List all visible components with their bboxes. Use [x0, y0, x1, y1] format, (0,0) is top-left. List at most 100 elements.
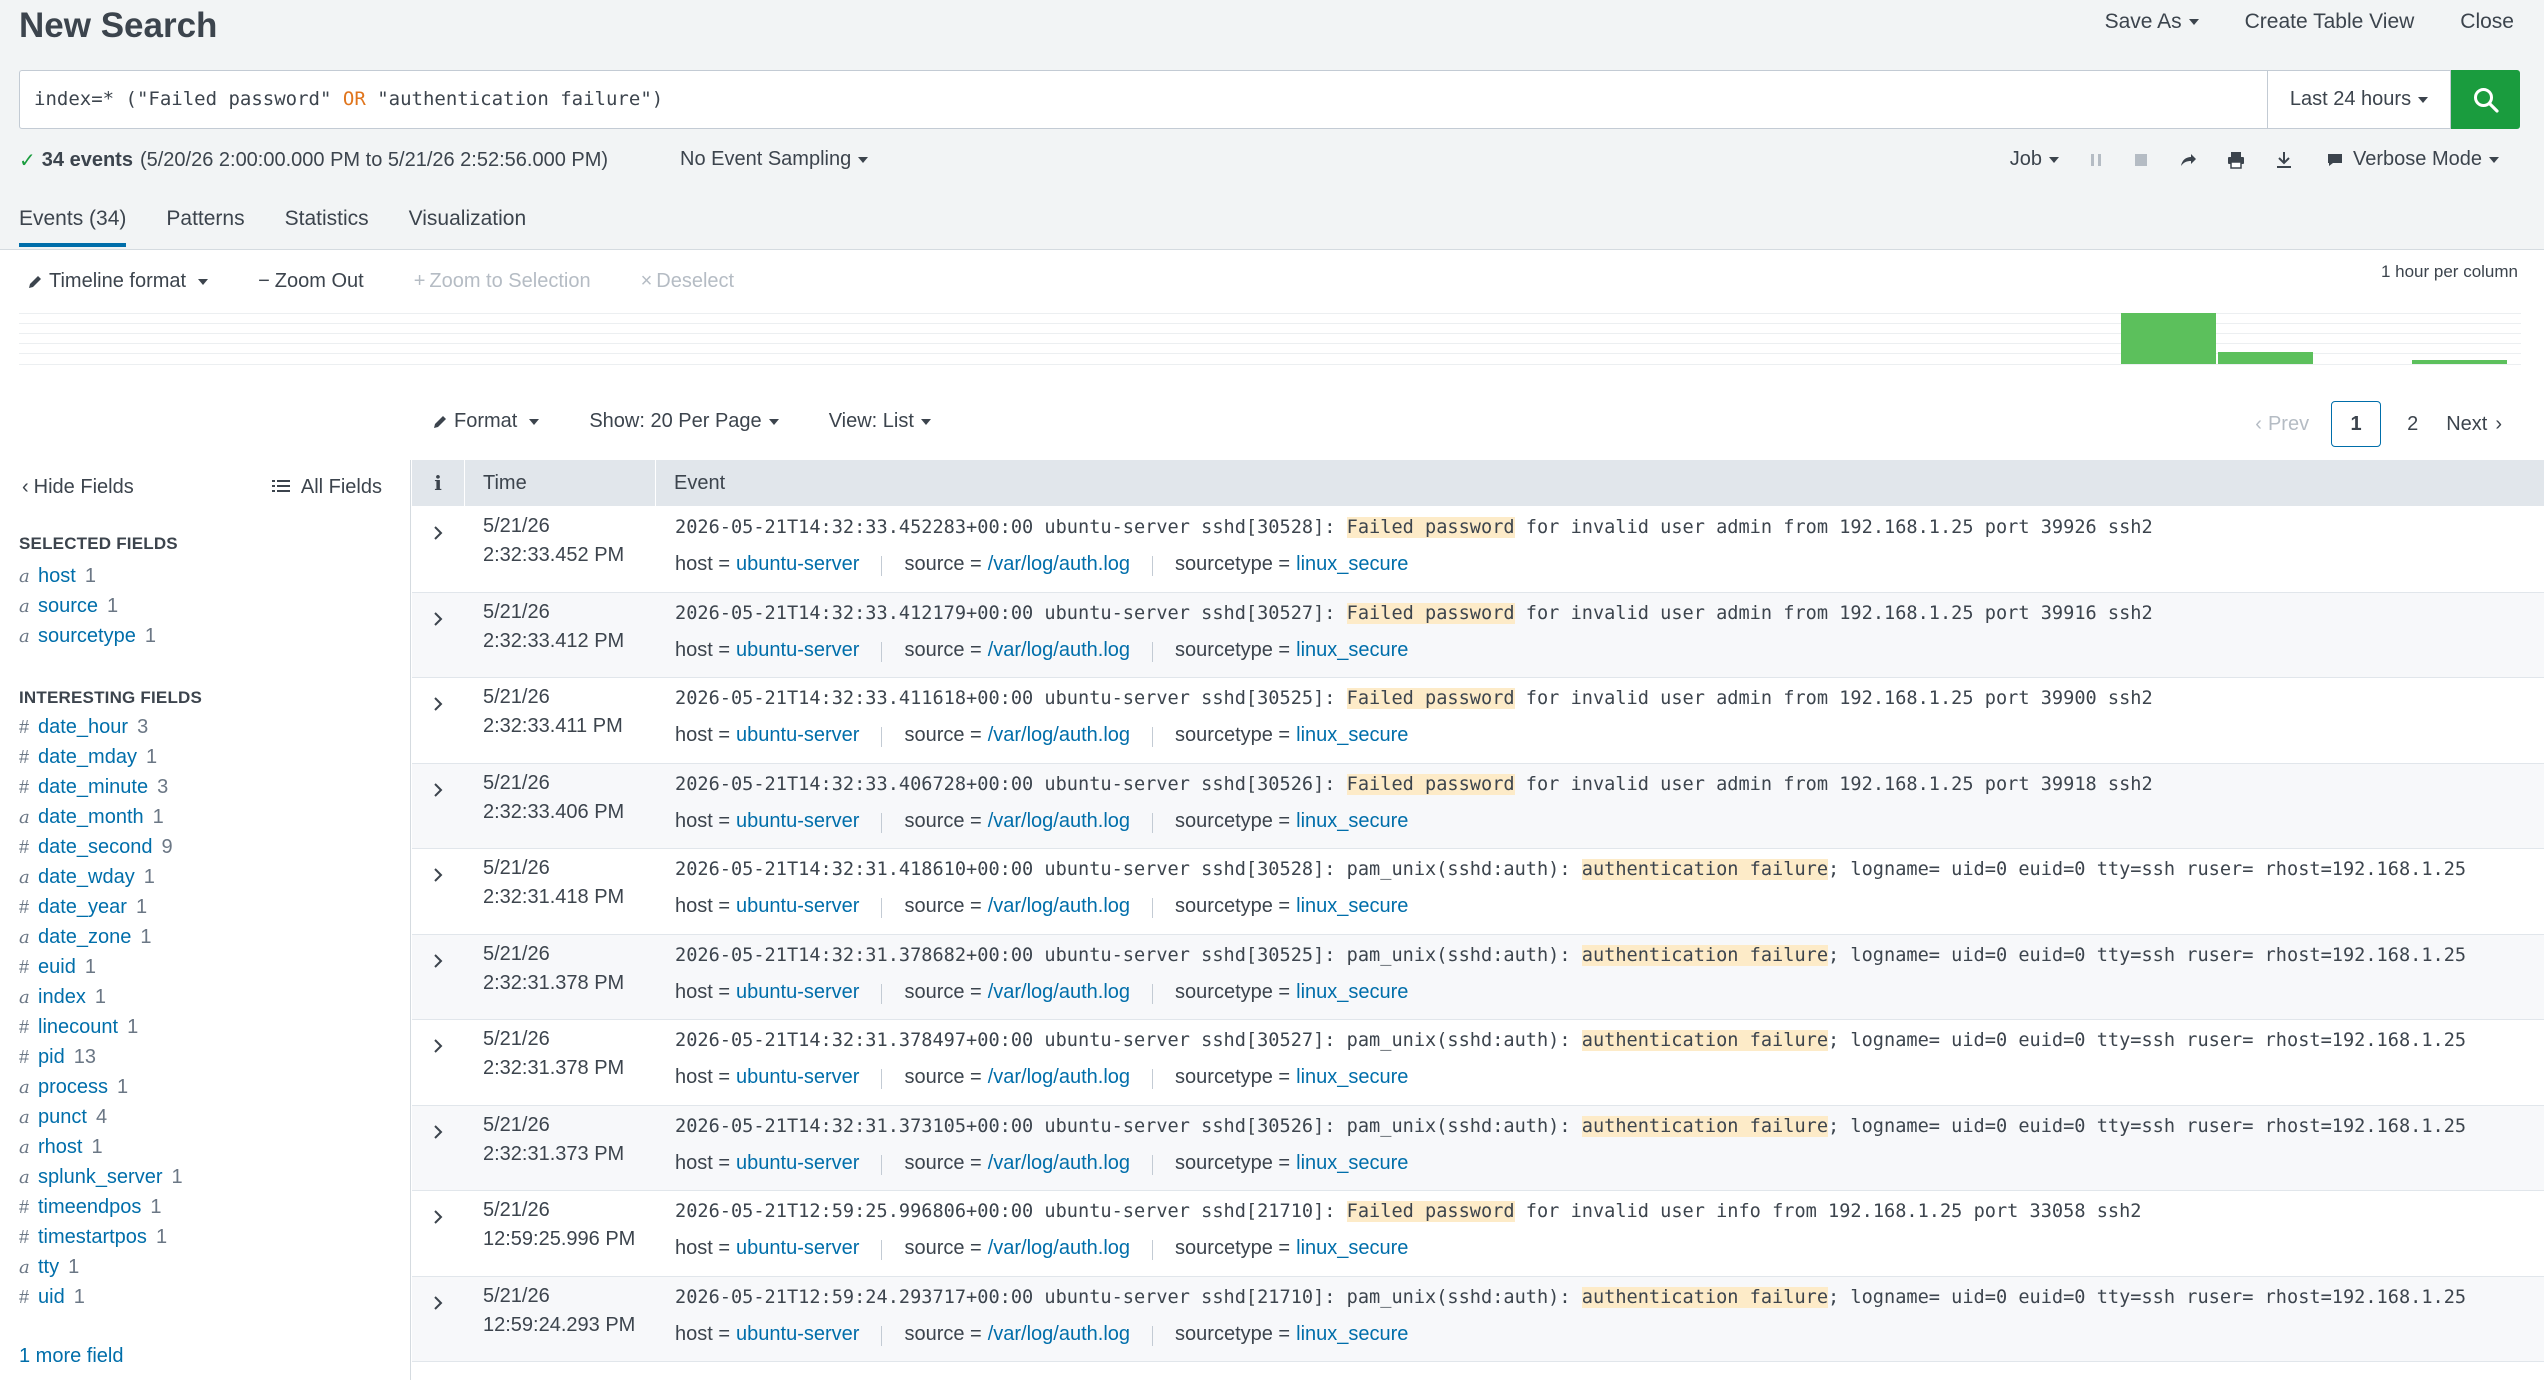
more-fields-link[interactable]: 1 more field — [19, 1345, 124, 1368]
print-button[interactable] — [2227, 151, 2245, 169]
field-item[interactable]: a date_zone 1 — [19, 922, 183, 952]
format-menu[interactable]: Format — [432, 410, 540, 433]
field-name[interactable]: timestartpos — [38, 1226, 147, 1249]
field-value-link[interactable]: /var/log/auth.log — [988, 1237, 1130, 1259]
stop-button[interactable] — [2133, 152, 2149, 168]
field-value-link[interactable]: /var/log/auth.log — [988, 553, 1130, 575]
field-item[interactable]: # timestartpos 1 — [19, 1222, 183, 1252]
field-name[interactable]: timeendpos — [38, 1196, 141, 1219]
event-raw-text[interactable]: 2026-05-21T14:32:31.373105+00:00 ubuntu-… — [675, 1115, 2466, 1137]
field-name[interactable]: sourcetype — [38, 625, 136, 648]
field-value-link[interactable]: ubuntu-server — [736, 981, 859, 1003]
expand-row-button[interactable] — [430, 780, 446, 797]
save-as-menu[interactable]: Save As — [2105, 10, 2199, 34]
event-raw-text[interactable]: 2026-05-21T14:32:31.418610+00:00 ubuntu-… — [675, 859, 2466, 880]
field-value-link[interactable]: ubuntu-server — [736, 810, 859, 832]
field-value-link[interactable]: linux_secure — [1296, 724, 1408, 746]
field-item[interactable]: a tty 1 — [19, 1252, 183, 1282]
search-input[interactable]: index=* ("Failed password" OR "authentic… — [19, 70, 2267, 129]
tab-statistics[interactable]: Statistics — [285, 207, 369, 247]
prev-page-button[interactable]: ‹ Prev — [2255, 413, 2309, 436]
field-name[interactable]: pid — [38, 1046, 65, 1069]
field-name[interactable]: date_mday — [38, 746, 137, 769]
search-mode-menu[interactable]: Verbose Mode — [2327, 148, 2499, 171]
per-page-menu[interactable]: Show: 20 Per Page — [589, 410, 779, 433]
job-menu[interactable]: Job — [2010, 148, 2060, 171]
field-name[interactable]: date_minute — [38, 776, 148, 799]
field-name[interactable]: host — [38, 565, 76, 588]
expand-row-button[interactable] — [430, 1293, 446, 1310]
export-button[interactable] — [2275, 151, 2293, 169]
field-name[interactable]: date_wday — [38, 866, 135, 889]
event-raw-text[interactable]: 2026-05-21T14:32:33.411618+00:00 ubuntu-… — [675, 688, 2153, 709]
field-value-link[interactable]: /var/log/auth.log — [988, 1066, 1130, 1088]
time-column-header[interactable]: Time — [465, 460, 656, 506]
field-item[interactable]: # date_mday 1 — [19, 742, 183, 772]
field-value-link[interactable]: /var/log/auth.log — [988, 810, 1130, 832]
field-item[interactable]: # linecount 1 — [19, 1012, 183, 1042]
field-value-link[interactable]: ubuntu-server — [736, 639, 859, 661]
expand-row-button[interactable] — [430, 1207, 446, 1224]
deselect-button[interactable]: × Deselect — [641, 270, 735, 293]
field-item[interactable]: # uid 1 — [19, 1282, 183, 1312]
field-name[interactable]: linecount — [38, 1016, 118, 1039]
field-item[interactable]: # date_second 9 — [19, 832, 183, 862]
field-item[interactable]: a splunk_server 1 — [19, 1162, 183, 1192]
field-value-link[interactable]: linux_secure — [1296, 981, 1408, 1003]
field-name[interactable]: date_year — [38, 896, 127, 919]
info-column-header[interactable]: i — [412, 460, 465, 506]
field-item[interactable]: a date_wday 1 — [19, 862, 183, 892]
field-item[interactable]: a date_month 1 — [19, 802, 183, 832]
field-name[interactable]: index — [38, 986, 86, 1009]
search-query[interactable]: index=* ("Failed password" OR "authentic… — [34, 88, 663, 110]
field-name[interactable]: date_zone — [38, 926, 131, 949]
timeline-bar[interactable] — [2218, 352, 2313, 364]
field-item[interactable]: a index 1 — [19, 982, 183, 1012]
field-value-link[interactable]: ubuntu-server — [736, 1323, 859, 1345]
field-value-link[interactable]: ubuntu-server — [736, 1237, 859, 1259]
field-name[interactable]: tty — [38, 1256, 59, 1279]
zoom-out-button[interactable]: − Zoom Out — [258, 270, 364, 293]
field-value-link[interactable]: linux_secure — [1296, 895, 1408, 917]
zoom-to-selection-button[interactable]: + Zoom to Selection — [414, 270, 591, 293]
field-name[interactable]: date_month — [38, 806, 144, 829]
field-item[interactable]: a rhost 1 — [19, 1132, 183, 1162]
field-name[interactable]: uid — [38, 1286, 65, 1309]
field-item[interactable]: a punct 4 — [19, 1102, 183, 1132]
field-name[interactable]: source — [38, 595, 98, 618]
field-value-link[interactable]: /var/log/auth.log — [988, 1152, 1130, 1174]
field-value-link[interactable]: linux_secure — [1296, 1323, 1408, 1345]
expand-row-button[interactable] — [430, 694, 446, 711]
event-raw-text[interactable]: 2026-05-21T12:59:25.996806+00:00 ubuntu-… — [675, 1201, 2141, 1222]
field-value-link[interactable]: ubuntu-server — [736, 1066, 859, 1088]
event-raw-text[interactable]: 2026-05-21T14:32:33.452283+00:00 ubuntu-… — [675, 517, 2153, 538]
close-button[interactable]: Close — [2460, 10, 2514, 34]
hide-fields-button[interactable]: ‹ Hide Fields — [22, 476, 134, 499]
expand-row-button[interactable] — [430, 951, 446, 968]
field-item[interactable]: a source 1 — [19, 591, 156, 621]
share-button[interactable] — [2179, 151, 2197, 169]
field-value-link[interactable]: linux_secure — [1296, 1152, 1408, 1174]
tab-events[interactable]: Events (34) — [19, 207, 127, 247]
field-item[interactable]: a process 1 — [19, 1072, 183, 1102]
field-value-link[interactable]: /var/log/auth.log — [988, 981, 1130, 1003]
timeline-bar[interactable] — [2121, 313, 2216, 364]
field-item[interactable]: a host 1 — [19, 561, 156, 591]
field-name[interactable]: splunk_server — [38, 1166, 163, 1189]
field-item[interactable]: # euid 1 — [19, 952, 183, 982]
field-item[interactable]: # pid 13 — [19, 1042, 183, 1072]
timeline-bar[interactable] — [2412, 360, 2507, 364]
field-value-link[interactable]: /var/log/auth.log — [988, 639, 1130, 661]
field-item[interactable]: # date_minute 3 — [19, 772, 183, 802]
field-value-link[interactable]: ubuntu-server — [736, 553, 859, 575]
field-value-link[interactable]: /var/log/auth.log — [988, 895, 1130, 917]
tab-patterns[interactable]: Patterns — [166, 207, 244, 247]
timeline-chart[interactable] — [19, 313, 2521, 365]
event-sampling-menu[interactable]: No Event Sampling — [680, 148, 869, 171]
event-raw-text[interactable]: 2026-05-21T14:32:31.378497+00:00 ubuntu-… — [675, 1030, 2466, 1051]
field-value-link[interactable]: ubuntu-server — [736, 895, 859, 917]
page-1-button[interactable]: 1 — [2331, 401, 2382, 447]
field-value-link[interactable]: /var/log/auth.log — [988, 1323, 1130, 1345]
field-name[interactable]: rhost — [38, 1136, 82, 1159]
field-value-link[interactable]: linux_secure — [1296, 1237, 1408, 1259]
